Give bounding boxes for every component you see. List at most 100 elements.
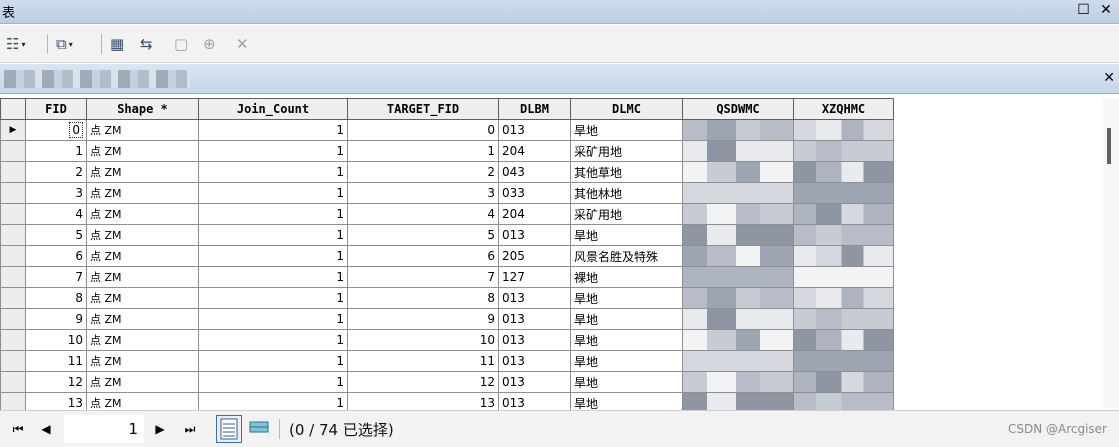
cell-target-fid[interactable]: 8 bbox=[347, 287, 499, 309]
scrollbar-thumb[interactable] bbox=[1107, 128, 1111, 164]
cell-join-count[interactable]: 1 bbox=[198, 308, 348, 330]
cell-qsdwmc-redacted[interactable] bbox=[682, 224, 794, 246]
cell-qsdwmc-redacted[interactable] bbox=[682, 140, 794, 162]
cell-dlbm[interactable]: 204 bbox=[498, 140, 571, 162]
cell-join-count[interactable]: 1 bbox=[198, 392, 348, 410]
cell-qsdwmc-redacted[interactable] bbox=[682, 308, 794, 330]
cell-shape[interactable]: 点 ZM bbox=[86, 287, 199, 309]
cell-dlbm[interactable]: 013 bbox=[498, 350, 571, 372]
cell-xzqhmc-redacted[interactable] bbox=[793, 329, 894, 351]
row-selector[interactable] bbox=[0, 308, 26, 330]
cell-dlmc[interactable]: 旱地 bbox=[570, 119, 683, 141]
cell-fid[interactable]: 9 bbox=[25, 308, 87, 330]
cell-fid[interactable]: 12 bbox=[25, 371, 87, 393]
row-selector[interactable] bbox=[0, 224, 26, 246]
cell-qsdwmc-redacted[interactable] bbox=[682, 245, 794, 267]
cell-dlbm[interactable]: 013 bbox=[498, 392, 571, 410]
table-tab-blurred[interactable] bbox=[4, 70, 190, 88]
row-selector[interactable] bbox=[0, 182, 26, 204]
show-selected-records-button[interactable] bbox=[247, 415, 273, 443]
cell-fid[interactable]: 6 bbox=[25, 245, 87, 267]
cell-fid[interactable]: 3 bbox=[25, 182, 87, 204]
cell-dlmc[interactable]: 旱地 bbox=[570, 224, 683, 246]
switch-selection-button[interactable]: ⇆ bbox=[140, 33, 153, 55]
cell-join-count[interactable]: 1 bbox=[198, 119, 348, 141]
zoom-to-selected-button[interactable]: ⊕ bbox=[203, 33, 216, 55]
table-row[interactable]: 1点 ZM 1 1 204 采矿用地 bbox=[0, 140, 894, 162]
cell-qsdwmc-redacted[interactable] bbox=[682, 350, 794, 372]
table-row[interactable]: 4点 ZM 1 4 204 采矿用地 bbox=[0, 203, 894, 225]
column-header-xzqhmc[interactable]: XZQHMC bbox=[793, 98, 894, 120]
cell-target-fid[interactable]: 7 bbox=[347, 266, 499, 288]
cell-shape[interactable]: 点 ZM bbox=[86, 119, 199, 141]
column-header-dlmc[interactable]: DLMC bbox=[570, 98, 683, 120]
cell-dlmc[interactable]: 采矿用地 bbox=[570, 140, 683, 162]
cell-target-fid[interactable]: 11 bbox=[347, 350, 499, 372]
cell-shape[interactable]: 点 ZM bbox=[86, 392, 199, 410]
cell-target-fid[interactable]: 6 bbox=[347, 245, 499, 267]
cell-qsdwmc-redacted[interactable] bbox=[682, 161, 794, 183]
cell-xzqhmc-redacted[interactable] bbox=[793, 287, 894, 309]
cell-target-fid[interactable]: 1 bbox=[347, 140, 499, 162]
cell-dlmc[interactable]: 旱地 bbox=[570, 350, 683, 372]
cell-join-count[interactable]: 1 bbox=[198, 287, 348, 309]
current-record-field[interactable]: 1 bbox=[64, 415, 144, 443]
cell-shape[interactable]: 点 ZM bbox=[86, 182, 199, 204]
row-selector[interactable] bbox=[0, 287, 26, 309]
cell-join-count[interactable]: 1 bbox=[198, 266, 348, 288]
close-button[interactable]: ✕ bbox=[1097, 2, 1115, 18]
show-all-records-button[interactable] bbox=[216, 415, 242, 443]
tab-close-icon[interactable]: ✕ bbox=[1103, 70, 1115, 86]
column-header-qsdwmc[interactable]: QSDWMC bbox=[682, 98, 794, 120]
cell-xzqhmc-redacted[interactable] bbox=[793, 350, 894, 372]
column-header-fid[interactable]: FID bbox=[25, 98, 87, 120]
column-header-shape[interactable]: Shape * bbox=[86, 98, 199, 120]
cell-fid[interactable]: 5 bbox=[25, 224, 87, 246]
cell-xzqhmc-redacted[interactable] bbox=[793, 119, 894, 141]
cell-dlmc[interactable]: 旱地 bbox=[570, 329, 683, 351]
cell-shape[interactable]: 点 ZM bbox=[86, 350, 199, 372]
cell-dlbm[interactable]: 205 bbox=[498, 245, 571, 267]
cell-qsdwmc-redacted[interactable] bbox=[682, 371, 794, 393]
cell-dlbm[interactable]: 127 bbox=[498, 266, 571, 288]
previous-record-button[interactable]: ◀ bbox=[36, 419, 56, 439]
next-record-button[interactable]: ▶ bbox=[150, 419, 170, 439]
cell-shape[interactable]: 点 ZM bbox=[86, 161, 199, 183]
table-options-button[interactable]: ☷ ▾ bbox=[6, 33, 25, 55]
cell-xzqhmc-redacted[interactable] bbox=[793, 203, 894, 225]
table-row[interactable]: 6点 ZM 1 6 205 风景名胜及特殊 bbox=[0, 245, 894, 267]
cell-target-fid[interactable]: 13 bbox=[347, 392, 499, 410]
cell-xzqhmc-redacted[interactable] bbox=[793, 161, 894, 183]
cell-fid[interactable]: 8 bbox=[25, 287, 87, 309]
row-selector[interactable] bbox=[0, 350, 26, 372]
cell-fid[interactable]: 2 bbox=[25, 161, 87, 183]
cell-shape[interactable]: 点 ZM bbox=[86, 371, 199, 393]
cell-xzqhmc-redacted[interactable] bbox=[793, 308, 894, 330]
cell-join-count[interactable]: 1 bbox=[198, 245, 348, 267]
row-selector[interactable] bbox=[0, 329, 26, 351]
cell-xzqhmc-redacted[interactable] bbox=[793, 371, 894, 393]
cell-dlmc[interactable]: 其他草地 bbox=[570, 161, 683, 183]
cell-dlbm[interactable]: 013 bbox=[498, 308, 571, 330]
cell-dlbm[interactable]: 013 bbox=[498, 371, 571, 393]
cell-qsdwmc-redacted[interactable] bbox=[682, 329, 794, 351]
cell-shape[interactable]: 点 ZM bbox=[86, 224, 199, 246]
cell-xzqhmc-redacted[interactable] bbox=[793, 392, 894, 410]
cell-dlmc[interactable]: 旱地 bbox=[570, 308, 683, 330]
row-selector[interactable] bbox=[0, 203, 26, 225]
cell-join-count[interactable]: 1 bbox=[198, 371, 348, 393]
row-selector[interactable]: ▶ bbox=[0, 119, 26, 141]
table-row[interactable]: 3点 ZM 1 3 033 其他林地 bbox=[0, 182, 894, 204]
vertical-scrollbar[interactable] bbox=[1103, 98, 1119, 408]
cell-fid[interactable]: 7 bbox=[25, 266, 87, 288]
cell-qsdwmc-redacted[interactable] bbox=[682, 287, 794, 309]
table-row[interactable]: 2点 ZM 1 2 043 其他草地 bbox=[0, 161, 894, 183]
table-row[interactable]: 11 点 ZM 1 11 013 旱地 bbox=[0, 350, 894, 372]
cell-fid[interactable]: 11 bbox=[25, 350, 87, 372]
cell-join-count[interactable]: 1 bbox=[198, 161, 348, 183]
cell-shape[interactable]: 点 ZM bbox=[86, 266, 199, 288]
cell-target-fid[interactable]: 3 bbox=[347, 182, 499, 204]
restore-button[interactable]: ☐ bbox=[1075, 2, 1093, 18]
table-row[interactable]: 8点 ZM 1 8 013 旱地 bbox=[0, 287, 894, 309]
related-tables-button[interactable]: ⧉ ▾ bbox=[56, 33, 73, 55]
